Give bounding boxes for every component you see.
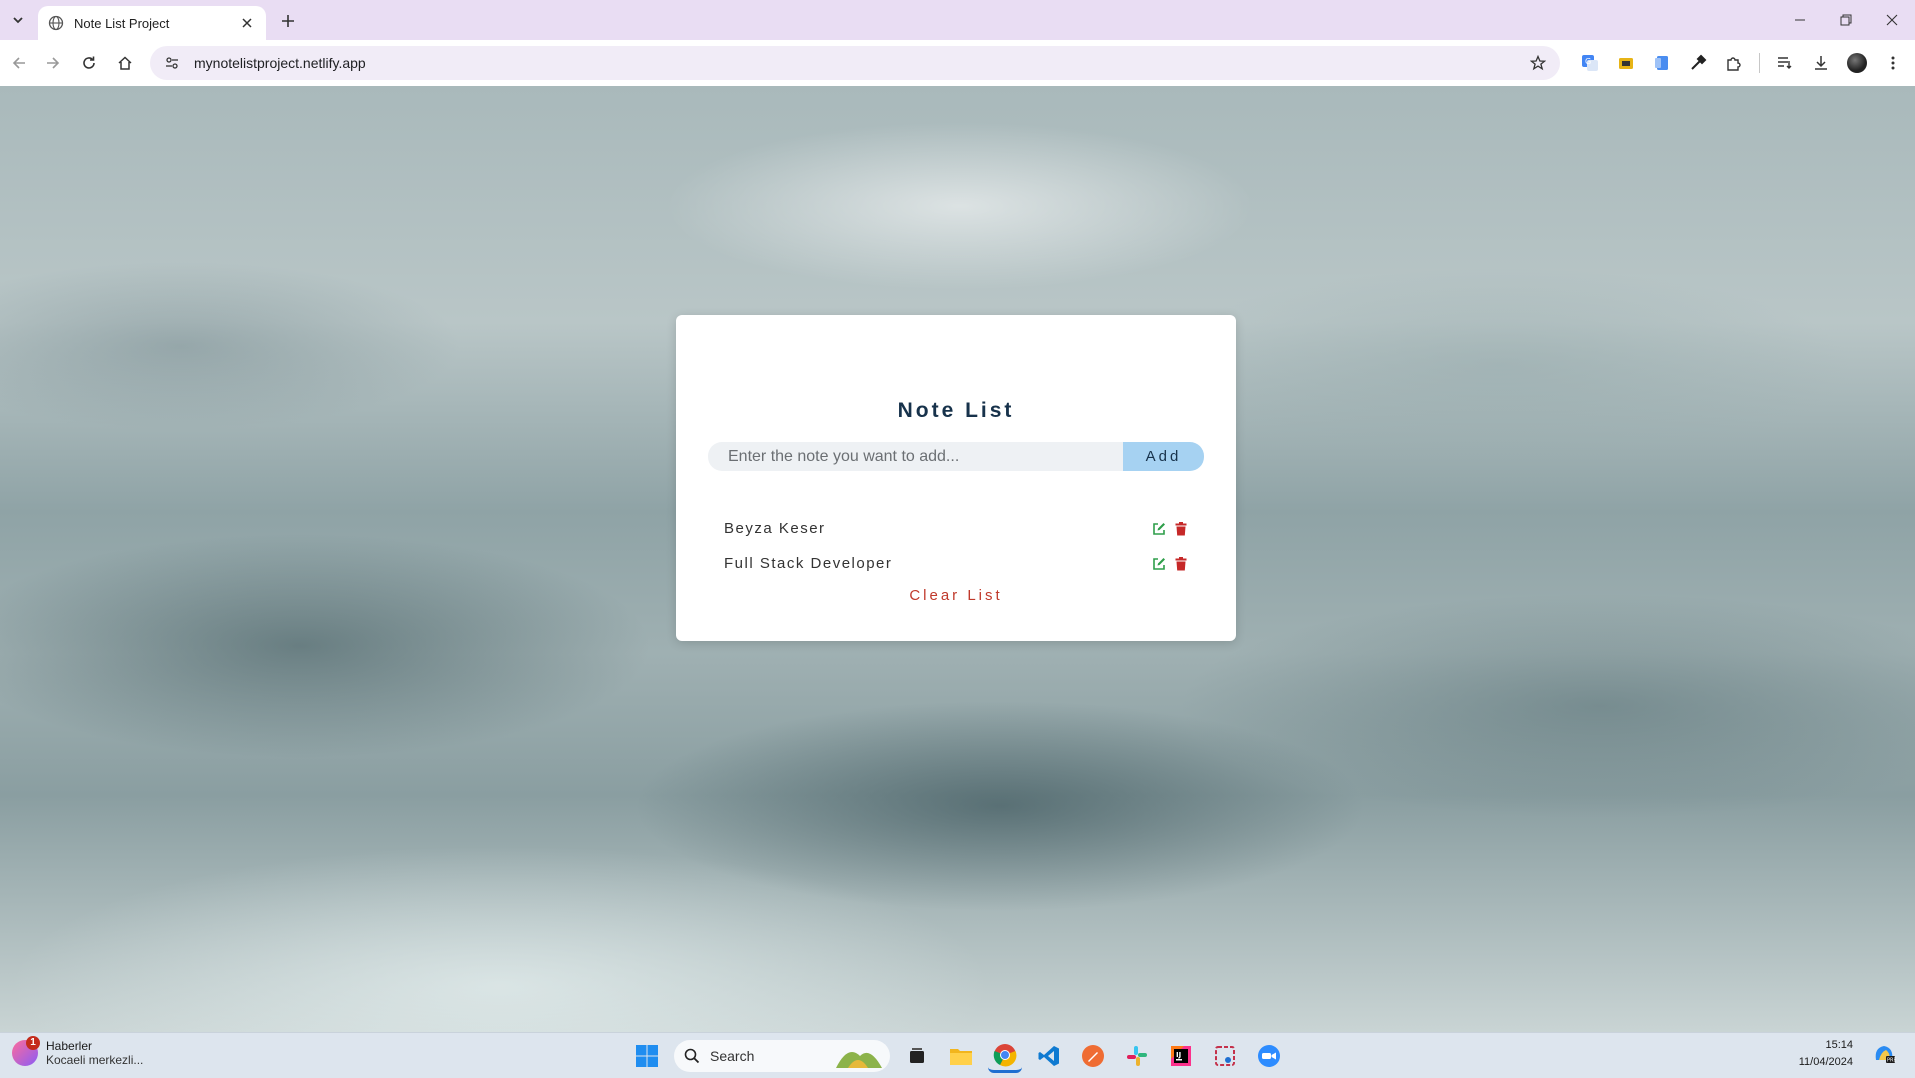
edit-icon[interactable] <box>1152 522 1166 536</box>
arrow-left-icon <box>12 57 25 69</box>
note-list-card: Note List Add Beyza Keser Full Stack Dev… <box>676 315 1236 641</box>
delete-icon[interactable] <box>1174 521 1188 536</box>
news-widget-icon: 1 <box>12 1036 40 1066</box>
edit-icon[interactable] <box>1152 557 1166 571</box>
active-tab[interactable]: Note List Project <box>38 6 266 40</box>
home-button[interactable] <box>110 48 140 78</box>
widget-text: Haberler Kocaeli merkezli... <box>46 1039 143 1067</box>
vscode-icon[interactable] <box>1032 1039 1066 1073</box>
page-title: Note List <box>897 399 1015 422</box>
forward-button[interactable] <box>38 48 68 78</box>
tab-title: Note List Project <box>74 15 170 31</box>
new-tab-button[interactable] <box>276 9 300 33</box>
toolbar-divider <box>1759 53 1760 73</box>
extension-icons: G <box>1575 48 1908 78</box>
address-bar[interactable]: mynotelistproject.netlify.app <box>150 46 1560 80</box>
close-icon <box>1886 14 1898 26</box>
notification-badge: 1 <box>26 1036 40 1050</box>
note-list: Beyza Keser Full Stack Developer <box>724 511 1188 581</box>
list-item: Full Stack Developer <box>724 546 1188 581</box>
globe-icon <box>48 15 64 31</box>
svg-text:G: G <box>1585 57 1591 66</box>
clear-list-button[interactable]: Clear List <box>676 587 1236 604</box>
browser-tab-bar: Note List Project <box>0 0 1915 40</box>
intellij-icon[interactable]: IJ <box>1164 1039 1198 1073</box>
widget-title: Haberler <box>46 1039 93 1053</box>
restore-button[interactable] <box>1823 0 1869 40</box>
browser-toolbar: mynotelistproject.netlify.app G <box>0 40 1915 86</box>
copilot-icon[interactable]: PRE <box>1867 1037 1901 1071</box>
google-translate-icon[interactable]: G <box>1575 48 1605 78</box>
taskbar-apps: Search IJ <box>630 1039 1286 1073</box>
widget-subtitle: Kocaeli merkezli... <box>46 1053 144 1067</box>
note-actions <box>1152 556 1188 571</box>
back-button[interactable] <box>4 48 34 78</box>
chevron-down-icon <box>13 17 23 24</box>
windows-start-icon[interactable] <box>630 1039 664 1073</box>
reading-list-icon[interactable] <box>1770 48 1800 78</box>
close-tab-icon[interactable] <box>238 14 256 32</box>
date-text: 11/04/2024 <box>1798 1056 1853 1068</box>
news-widget[interactable]: 1 Haberler Kocaeli merkezli... <box>12 1036 143 1067</box>
postman-icon[interactable] <box>1076 1039 1110 1073</box>
delete-icon[interactable] <box>1174 556 1188 571</box>
zoom-icon[interactable] <box>1252 1039 1286 1073</box>
svg-text:PRE: PRE <box>1887 1058 1896 1064</box>
search-label: Search <box>710 1048 755 1064</box>
chrome-icon[interactable] <box>988 1039 1022 1073</box>
slack-icon[interactable] <box>1120 1039 1154 1073</box>
list-item: Beyza Keser <box>724 511 1188 546</box>
home-icon <box>118 56 132 70</box>
arrow-right-icon <box>47 57 60 69</box>
svg-text:IJ: IJ <box>1176 1051 1181 1059</box>
taskbar-search[interactable]: Search <box>674 1040 890 1072</box>
bookmark-star-icon[interactable] <box>1528 53 1548 73</box>
url-text: mynotelistproject.netlify.app <box>194 55 366 71</box>
download-icon[interactable] <box>1806 48 1836 78</box>
reload-icon <box>83 56 95 69</box>
snipping-tool-icon[interactable] <box>1208 1039 1242 1073</box>
search-highlight-icon <box>836 1052 882 1068</box>
clock[interactable]: 15:14 11/04/2024 <box>1799 1037 1853 1071</box>
window-controls <box>1777 0 1915 40</box>
minimize-icon <box>1795 19 1805 21</box>
minimize-button[interactable] <box>1777 0 1823 40</box>
restore-icon <box>1840 14 1852 26</box>
system-tray: 15:14 11/04/2024 PRE <box>1799 1037 1901 1071</box>
extension-doc-icon[interactable] <box>1647 48 1677 78</box>
note-text: Full Stack Developer <box>724 555 893 572</box>
site-settings-icon[interactable] <box>162 53 182 73</box>
windows-taskbar: 1 Haberler Kocaeli merkezli... Search IJ… <box>0 1032 1915 1078</box>
plus-icon <box>282 15 294 27</box>
more-menu-icon[interactable] <box>1878 48 1908 78</box>
task-view-icon[interactable] <box>900 1039 934 1073</box>
profile-avatar[interactable] <box>1842 48 1872 78</box>
note-input[interactable] <box>708 442 1125 471</box>
close-window-button[interactable] <box>1869 0 1915 40</box>
file-explorer-icon[interactable] <box>944 1039 978 1073</box>
note-actions <box>1152 521 1188 536</box>
extensions-puzzle-icon[interactable] <box>1719 48 1749 78</box>
reload-button[interactable] <box>74 48 104 78</box>
extension-folder-icon[interactable] <box>1611 48 1641 78</box>
tab-search-button[interactable] <box>6 8 30 32</box>
note-text: Beyza Keser <box>724 520 826 537</box>
add-button[interactable]: Add <box>1123 442 1204 471</box>
sand-background: Note List Add Beyza Keser Full Stack Dev… <box>0 86 1915 1032</box>
time-text: 15:14 <box>1825 1039 1853 1051</box>
search-icon <box>684 1048 700 1064</box>
color-picker-icon[interactable] <box>1683 48 1713 78</box>
